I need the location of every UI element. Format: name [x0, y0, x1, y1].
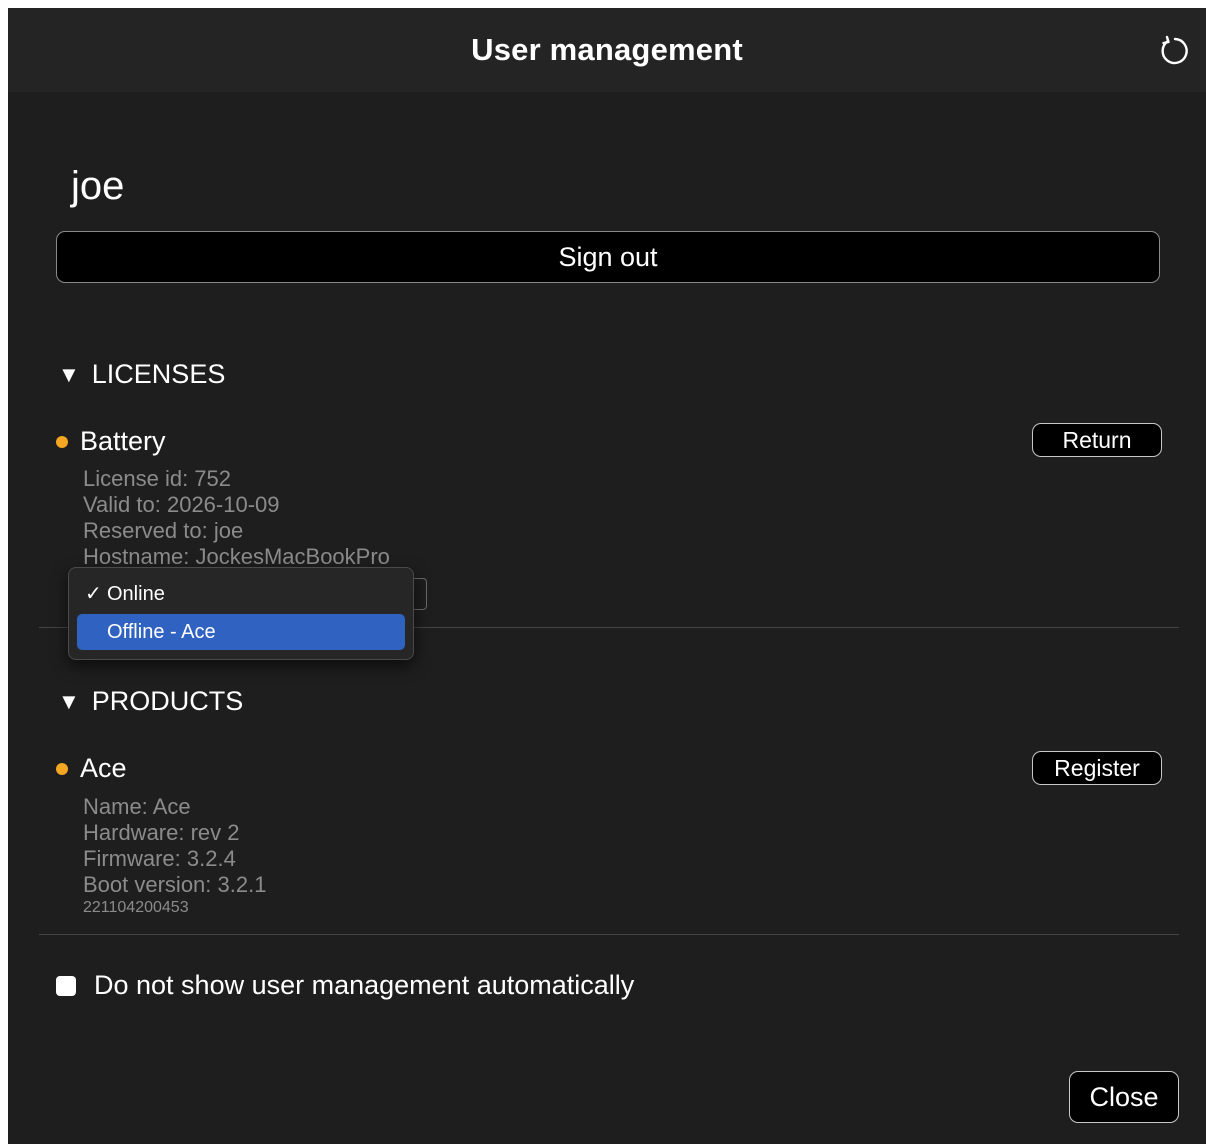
sign-out-button[interactable]: Sign out [56, 231, 1160, 283]
register-product-button[interactable]: Register [1032, 751, 1162, 785]
return-license-button[interactable]: Return [1032, 423, 1162, 457]
licenses-section-toggle[interactable]: ▼ LICENSES [58, 359, 225, 390]
dropdown-option-label: Offline - Ace [107, 621, 216, 643]
licenses-heading: LICENSES [91, 359, 226, 389]
license-mode-dropdown-menu: ✓ Online Offline - Ace [68, 567, 414, 660]
dropdown-option-label: Online [107, 583, 165, 605]
divider [39, 934, 1179, 935]
products-section-toggle[interactable]: ▼ PRODUCTS [58, 686, 243, 717]
product-item-title: Ace [56, 753, 127, 784]
title-bar: User management [8, 8, 1206, 92]
collapse-triangle-icon: ▼ [58, 361, 80, 387]
status-dot-icon [56, 762, 68, 775]
product-serial: 221104200453 [83, 899, 189, 916]
license-valid-to: Valid to: 2026-10-09 [83, 492, 280, 517]
auto-show-setting: Do not show user management automaticall… [56, 970, 634, 1001]
dropdown-option-online[interactable]: ✓ Online [77, 576, 405, 612]
product-detail-name: Name: Ace [83, 794, 191, 819]
checkbox-label: Do not show user management automaticall… [94, 970, 635, 1000]
checkmark-icon: ✓ [85, 583, 102, 605]
close-button[interactable]: Close [1069, 1071, 1179, 1123]
license-item-title: Battery [56, 426, 166, 457]
license-name: Battery [80, 426, 166, 456]
status-dot-icon [56, 435, 68, 448]
license-id: License id: 752 [83, 466, 231, 491]
products-heading: PRODUCTS [91, 686, 244, 716]
dropdown-option-offline-ace[interactable]: Offline - Ace [77, 614, 405, 650]
product-name: Ace [80, 753, 127, 783]
user-management-window: User management joe Sign out ▼ LICENSES … [8, 8, 1206, 1144]
product-firmware: Firmware: 3.2.4 [83, 846, 236, 871]
do-not-show-checkbox[interactable] [56, 975, 76, 996]
license-details: License id: 752 Valid to: 2026-10-09 Res… [83, 466, 390, 570]
collapse-triangle-icon: ▼ [58, 688, 80, 714]
product-hardware: Hardware: rev 2 [83, 820, 240, 845]
username: joe [71, 164, 125, 208]
refresh-icon[interactable] [1158, 34, 1192, 68]
window-title: User management [471, 32, 743, 67]
license-reserved-to: Reserved to: joe [83, 518, 244, 543]
product-details: Name: Ace Hardware: rev 2 Firmware: 3.2.… [83, 794, 266, 918]
product-boot-version: Boot version: 3.2.1 [83, 872, 267, 897]
